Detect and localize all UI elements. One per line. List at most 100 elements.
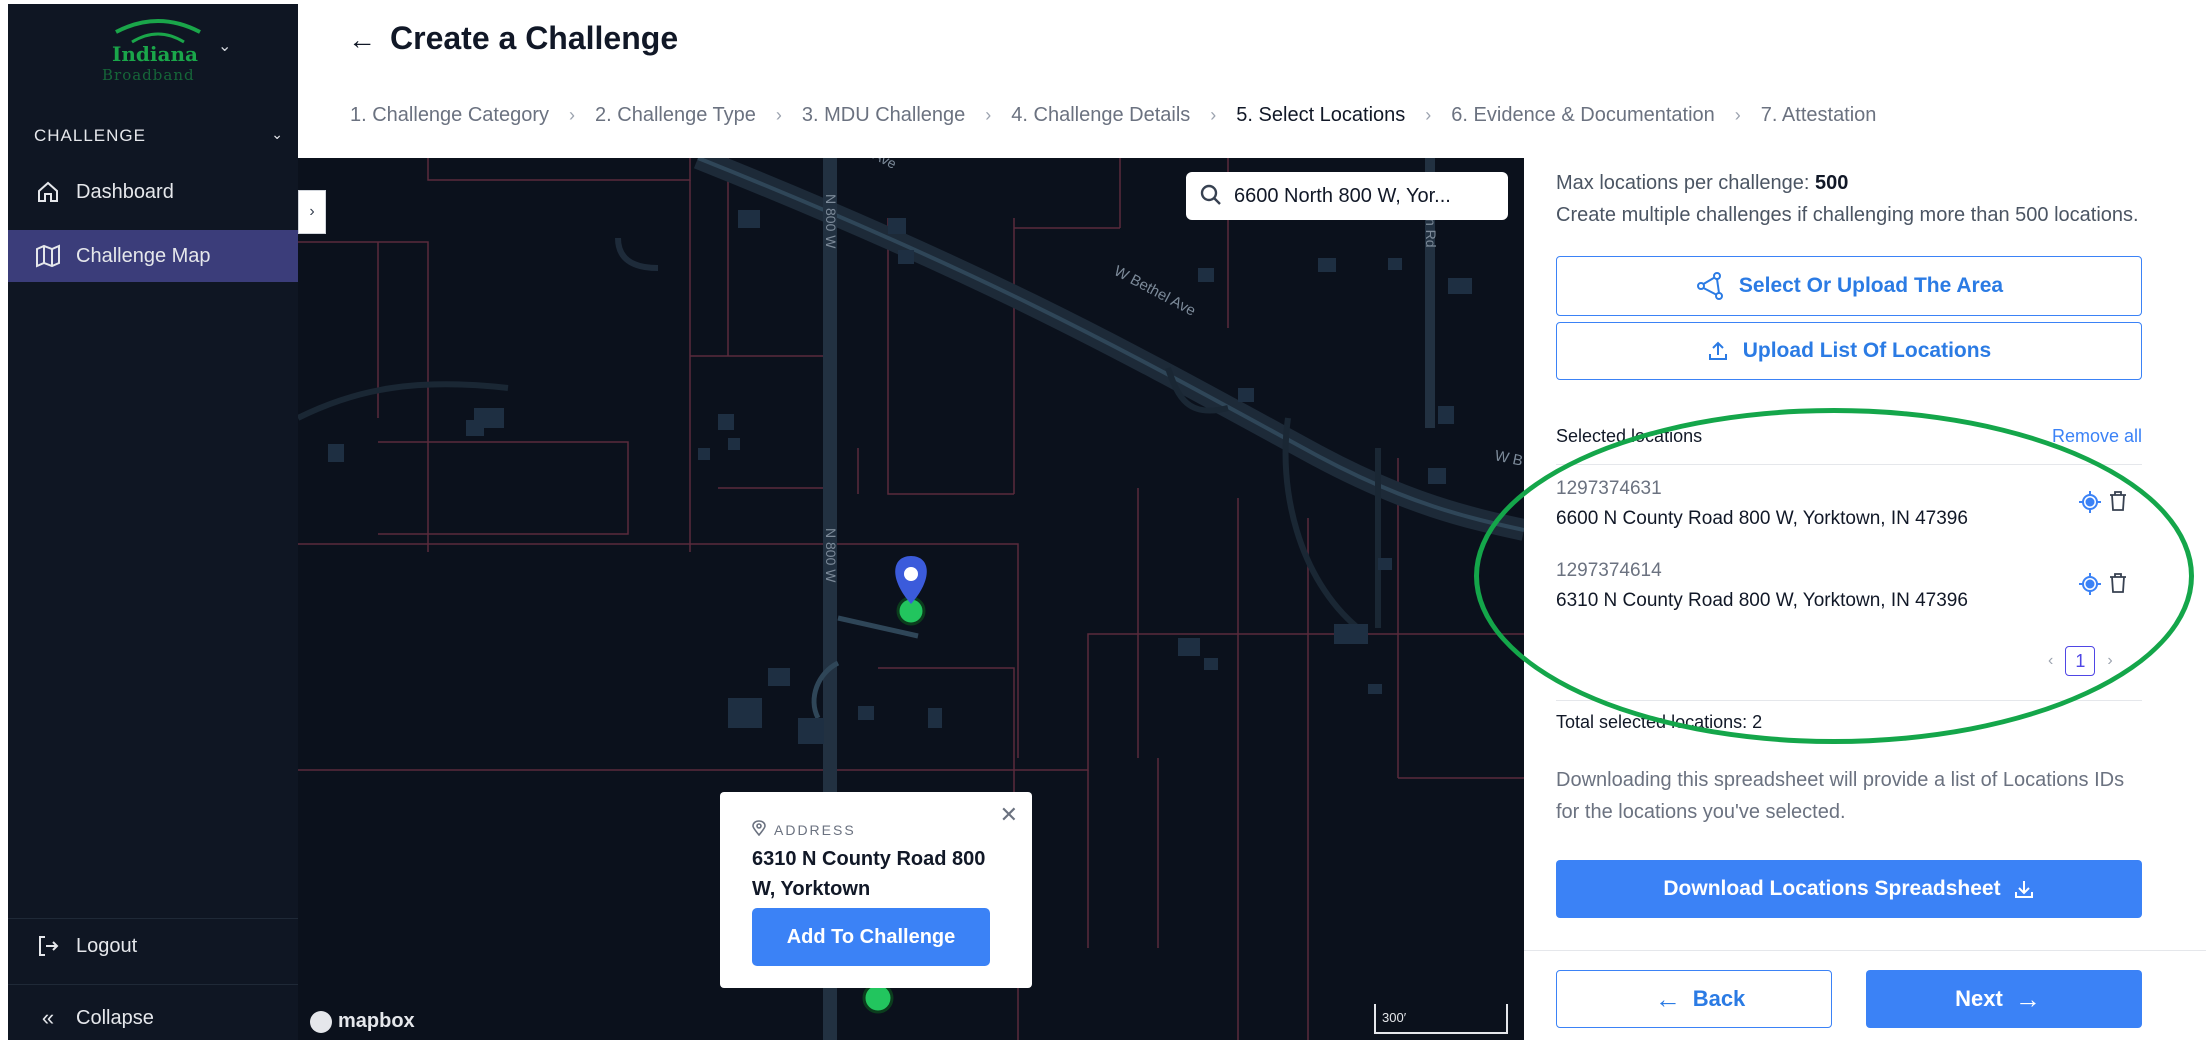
map-search-input[interactable]: 6600 North 800 W, Yor...	[1186, 172, 1508, 220]
page-title: Create a Challenge	[390, 20, 679, 56]
locate-icon[interactable]	[2078, 572, 2102, 601]
sidebar-divider	[8, 984, 298, 985]
next-button[interactable]: Next →	[1866, 970, 2142, 1028]
page-number[interactable]: 1	[2065, 646, 2096, 676]
step-select-locations[interactable]: 5. Select Locations	[1236, 104, 1405, 127]
double-chevron-left-icon: «	[41, 1005, 55, 1030]
stepper: 1. Challenge Category › 2. Challenge Typ…	[350, 104, 1876, 127]
road-label: N 800 W	[823, 528, 839, 583]
mapbox-attribution[interactable]: mapbox	[310, 1010, 415, 1033]
trash-icon[interactable]	[2108, 490, 2128, 517]
list-item: 1297374631 6600 N County Road 800 W, Yor…	[1556, 478, 2142, 538]
pagination: ‹ 1 ›	[2048, 646, 2113, 676]
scale-label: 300′	[1382, 1010, 1407, 1025]
chevron-right-icon: ›	[775, 105, 782, 125]
download-description: Downloading this spreadsheet will provid…	[1556, 769, 2125, 823]
mapbox-label: mapbox	[338, 1010, 415, 1032]
logout-button[interactable]: Logout	[8, 920, 298, 972]
popup-kicker: ADDRESS	[752, 820, 856, 839]
collapse-button[interactable]: « Collapse	[8, 992, 298, 1040]
logout-label: Logout	[76, 934, 138, 957]
panel-toggle-button[interactable]: ›	[298, 190, 326, 234]
locations-panel: Max locations per challenge: 500 Create …	[1524, 158, 2206, 1040]
step-attestation[interactable]: 7. Attestation	[1761, 104, 1877, 127]
chevron-right-icon: ›	[1734, 105, 1741, 125]
back-arrow-icon[interactable]: ←	[348, 24, 376, 56]
brand-logo[interactable]: Indiana Broadband	[88, 14, 228, 86]
chevron-right-icon: ›	[1210, 105, 1217, 125]
total-selected: Total selected locations: 2	[1556, 712, 1763, 732]
sidebar-section-label: CHALLENGE	[34, 126, 146, 145]
create-multiple-text: Create multiple challenges if challengin…	[1556, 204, 2139, 226]
chevron-down-icon[interactable]: ⌄	[218, 36, 231, 56]
sidebar-item-label: Challenge Map	[76, 244, 211, 267]
location-id: 1297374614	[1556, 560, 1662, 581]
upload-icon	[1707, 340, 1729, 362]
prev-page-icon[interactable]: ‹	[2048, 652, 2053, 670]
popup-address: 6310 N County Road 800 W, Yorktown	[752, 848, 986, 900]
step-challenge-type[interactable]: 2. Challenge Type	[595, 104, 756, 127]
brand-sub: Broadband	[102, 66, 195, 84]
map-search-value: 6600 North 800 W, Yor...	[1234, 184, 1451, 207]
location-marker[interactable]	[862, 982, 894, 1014]
road-label: W Bethel Ave	[1111, 263, 1198, 320]
upload-list-button[interactable]: Upload List Of Locations	[1556, 322, 2142, 380]
divider	[1556, 464, 2142, 465]
selected-locations-title: Selected locations	[1556, 426, 1703, 446]
popup-kicker-label: ADDRESS	[774, 821, 856, 838]
road-label: W B	[1493, 447, 1524, 470]
location-address: 6310 N County Road 800 W, Yorktown, IN 4…	[1556, 590, 1968, 611]
step-challenge-category[interactable]: 1. Challenge Category	[350, 104, 549, 127]
mapbox-logo-icon	[310, 1010, 332, 1033]
step-evidence-documentation[interactable]: 6. Evidence & Documentation	[1451, 104, 1715, 127]
close-icon[interactable]: ✕	[1000, 802, 1018, 828]
download-icon	[2013, 878, 2035, 900]
upload-list-label: Upload List Of Locations	[1742, 339, 1992, 362]
select-upload-area-button[interactable]: Select Or Upload The Area	[1556, 256, 2142, 316]
next-page-icon[interactable]: ›	[2107, 652, 2112, 670]
next-label: Next	[1955, 986, 2003, 1011]
chevron-right-icon: ›	[985, 105, 992, 125]
back-label: Back	[1692, 986, 1746, 1011]
address-popup: ✕ ADDRESS 6310 N County Road 800 W, York…	[720, 792, 1032, 988]
back-button[interactable]: ← Back	[1556, 970, 1832, 1028]
search-icon	[1200, 184, 1222, 212]
sidebar-item-label: Dashboard	[76, 180, 174, 203]
download-spreadsheet-label: Download Locations Spreadsheet	[1663, 877, 2001, 900]
location-pin-icon	[752, 820, 766, 839]
chevron-right-icon: ›	[1425, 105, 1432, 125]
locate-icon[interactable]	[2078, 490, 2102, 519]
arrow-left-icon: ←	[1654, 983, 1681, 1014]
road-label: N 800 W	[823, 194, 839, 249]
sidebar: Indiana Broadband ⌄ CHALLENGE ⌄ Dashboar…	[8, 4, 298, 1040]
location-marker[interactable]	[895, 556, 927, 626]
max-locations-prefix: Max locations per challenge:	[1556, 172, 1816, 194]
home-icon	[34, 178, 62, 206]
sidebar-section-challenge[interactable]: CHALLENGE ⌄	[34, 126, 284, 146]
divider	[1556, 700, 2142, 701]
road-label: n Rd	[1423, 218, 1439, 248]
sidebar-item-dashboard[interactable]: Dashboard	[8, 166, 298, 218]
road-label: Ave	[871, 158, 900, 172]
polygon-select-icon	[1695, 271, 1725, 301]
add-to-challenge-button[interactable]: Add To Challenge	[752, 908, 990, 966]
map-icon	[34, 242, 62, 270]
max-locations-value: 500	[1815, 172, 1849, 194]
list-item: 1297374614 6310 N County Road 800 W, Yor…	[1556, 560, 2142, 620]
download-spreadsheet-button[interactable]: Download Locations Spreadsheet	[1556, 860, 2142, 918]
step-challenge-details[interactable]: 4. Challenge Details	[1011, 104, 1190, 127]
step-mdu-challenge[interactable]: 3. MDU Challenge	[802, 104, 965, 127]
map-scale: 300′	[1374, 1004, 1508, 1034]
max-locations-text: Max locations per challenge: 500	[1556, 172, 1848, 195]
chevron-right-icon: ›	[569, 105, 576, 125]
location-address: 6600 N County Road 800 W, Yorktown, IN 4…	[1556, 508, 1968, 529]
trash-icon[interactable]	[2108, 572, 2128, 599]
select-upload-area-label: Select Or Upload The Area	[1738, 274, 2004, 297]
selected-locations-header: Selected locations Remove all	[1556, 426, 2142, 447]
logout-icon	[34, 932, 62, 960]
remove-all-link[interactable]: Remove all	[2052, 426, 2142, 447]
sidebar-divider	[8, 918, 298, 919]
brand-name: Indiana	[112, 42, 198, 66]
collapse-label: Collapse	[76, 1006, 154, 1029]
sidebar-item-challenge-map[interactable]: Challenge Map	[8, 230, 298, 282]
